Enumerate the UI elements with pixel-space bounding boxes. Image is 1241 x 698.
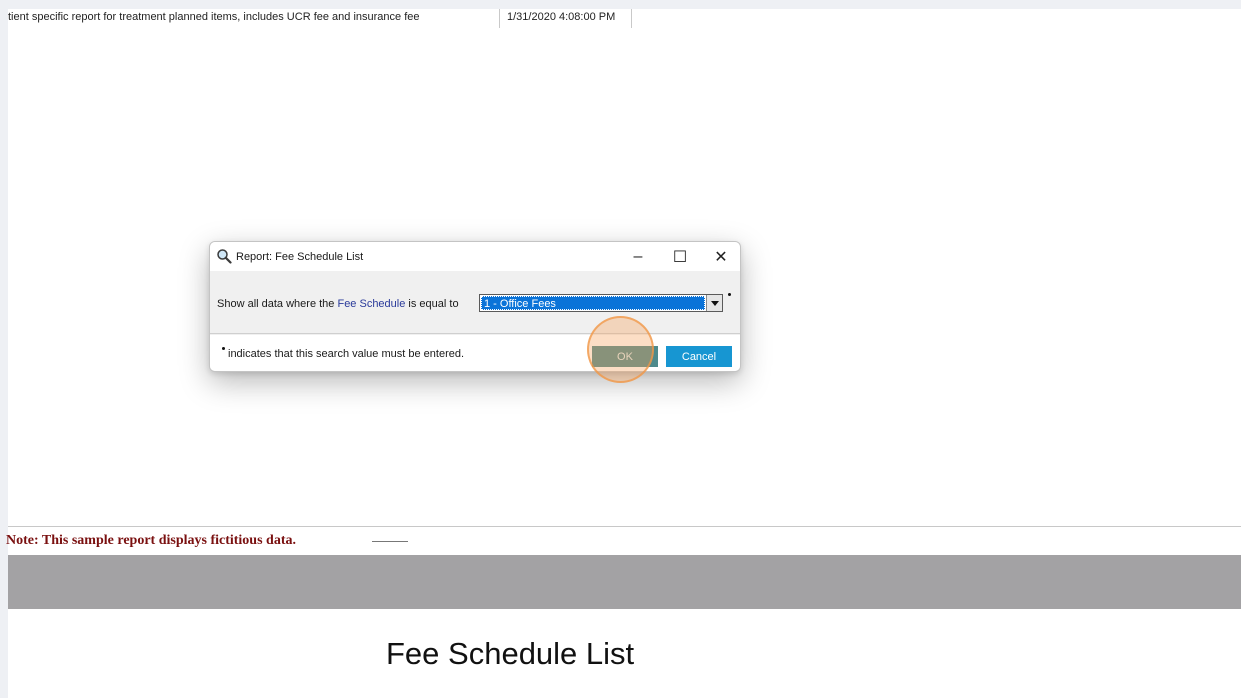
- column-divider: [631, 9, 632, 28]
- report-list-row[interactable]: tient specific report for treatment plan…: [8, 9, 1241, 28]
- sample-note: Note: This sample report displays fictit…: [6, 533, 296, 548]
- report-title: Fee Schedule List: [386, 636, 635, 671]
- prompt-suffix: is equal to: [405, 298, 459, 310]
- column-divider: [499, 9, 500, 28]
- minimize-button[interactable]: –: [618, 242, 658, 271]
- maximize-button[interactable]: ☐: [660, 242, 700, 271]
- criteria-prompt: Show all data where the Fee Schedule is …: [217, 298, 459, 310]
- note-rule: [372, 541, 408, 542]
- top-bar: [0, 0, 1241, 9]
- prompt-prefix: Show all data where the: [217, 298, 338, 310]
- dialog-titlebar[interactable]: Report: Fee Schedule List – ☐ ✕: [210, 242, 740, 271]
- report-dialog: Report: Fee Schedule List – ☐ ✕ Show all…: [209, 241, 741, 372]
- fee-schedule-select[interactable]: 1 - Office Fees: [479, 294, 723, 312]
- ok-button[interactable]: OK: [592, 346, 658, 367]
- dialog-footer: indicates that this search value must be…: [210, 335, 740, 371]
- divider: [8, 526, 1241, 527]
- fee-schedule-selected-value[interactable]: 1 - Office Fees: [481, 296, 705, 310]
- cancel-button[interactable]: Cancel: [666, 346, 732, 367]
- report-date: 1/31/2020 4:08:00 PM: [507, 11, 616, 23]
- required-note: indicates that this search value must be…: [228, 348, 465, 360]
- report-description: tient specific report for treatment plan…: [8, 11, 420, 23]
- bullet-icon: [222, 347, 225, 350]
- dropdown-arrow-icon[interactable]: [706, 295, 722, 311]
- search-criteria-row: Show all data where the Fee Schedule is …: [210, 271, 740, 334]
- prompt-field-name: Fee Schedule: [337, 298, 406, 310]
- report-header-band: [8, 555, 1241, 609]
- dialog-title: Report: Fee Schedule List: [236, 251, 364, 263]
- required-indicator-icon: [728, 293, 731, 296]
- close-button[interactable]: ✕: [701, 242, 740, 271]
- left-strip: [0, 0, 8, 698]
- magnifier-icon: [216, 248, 232, 264]
